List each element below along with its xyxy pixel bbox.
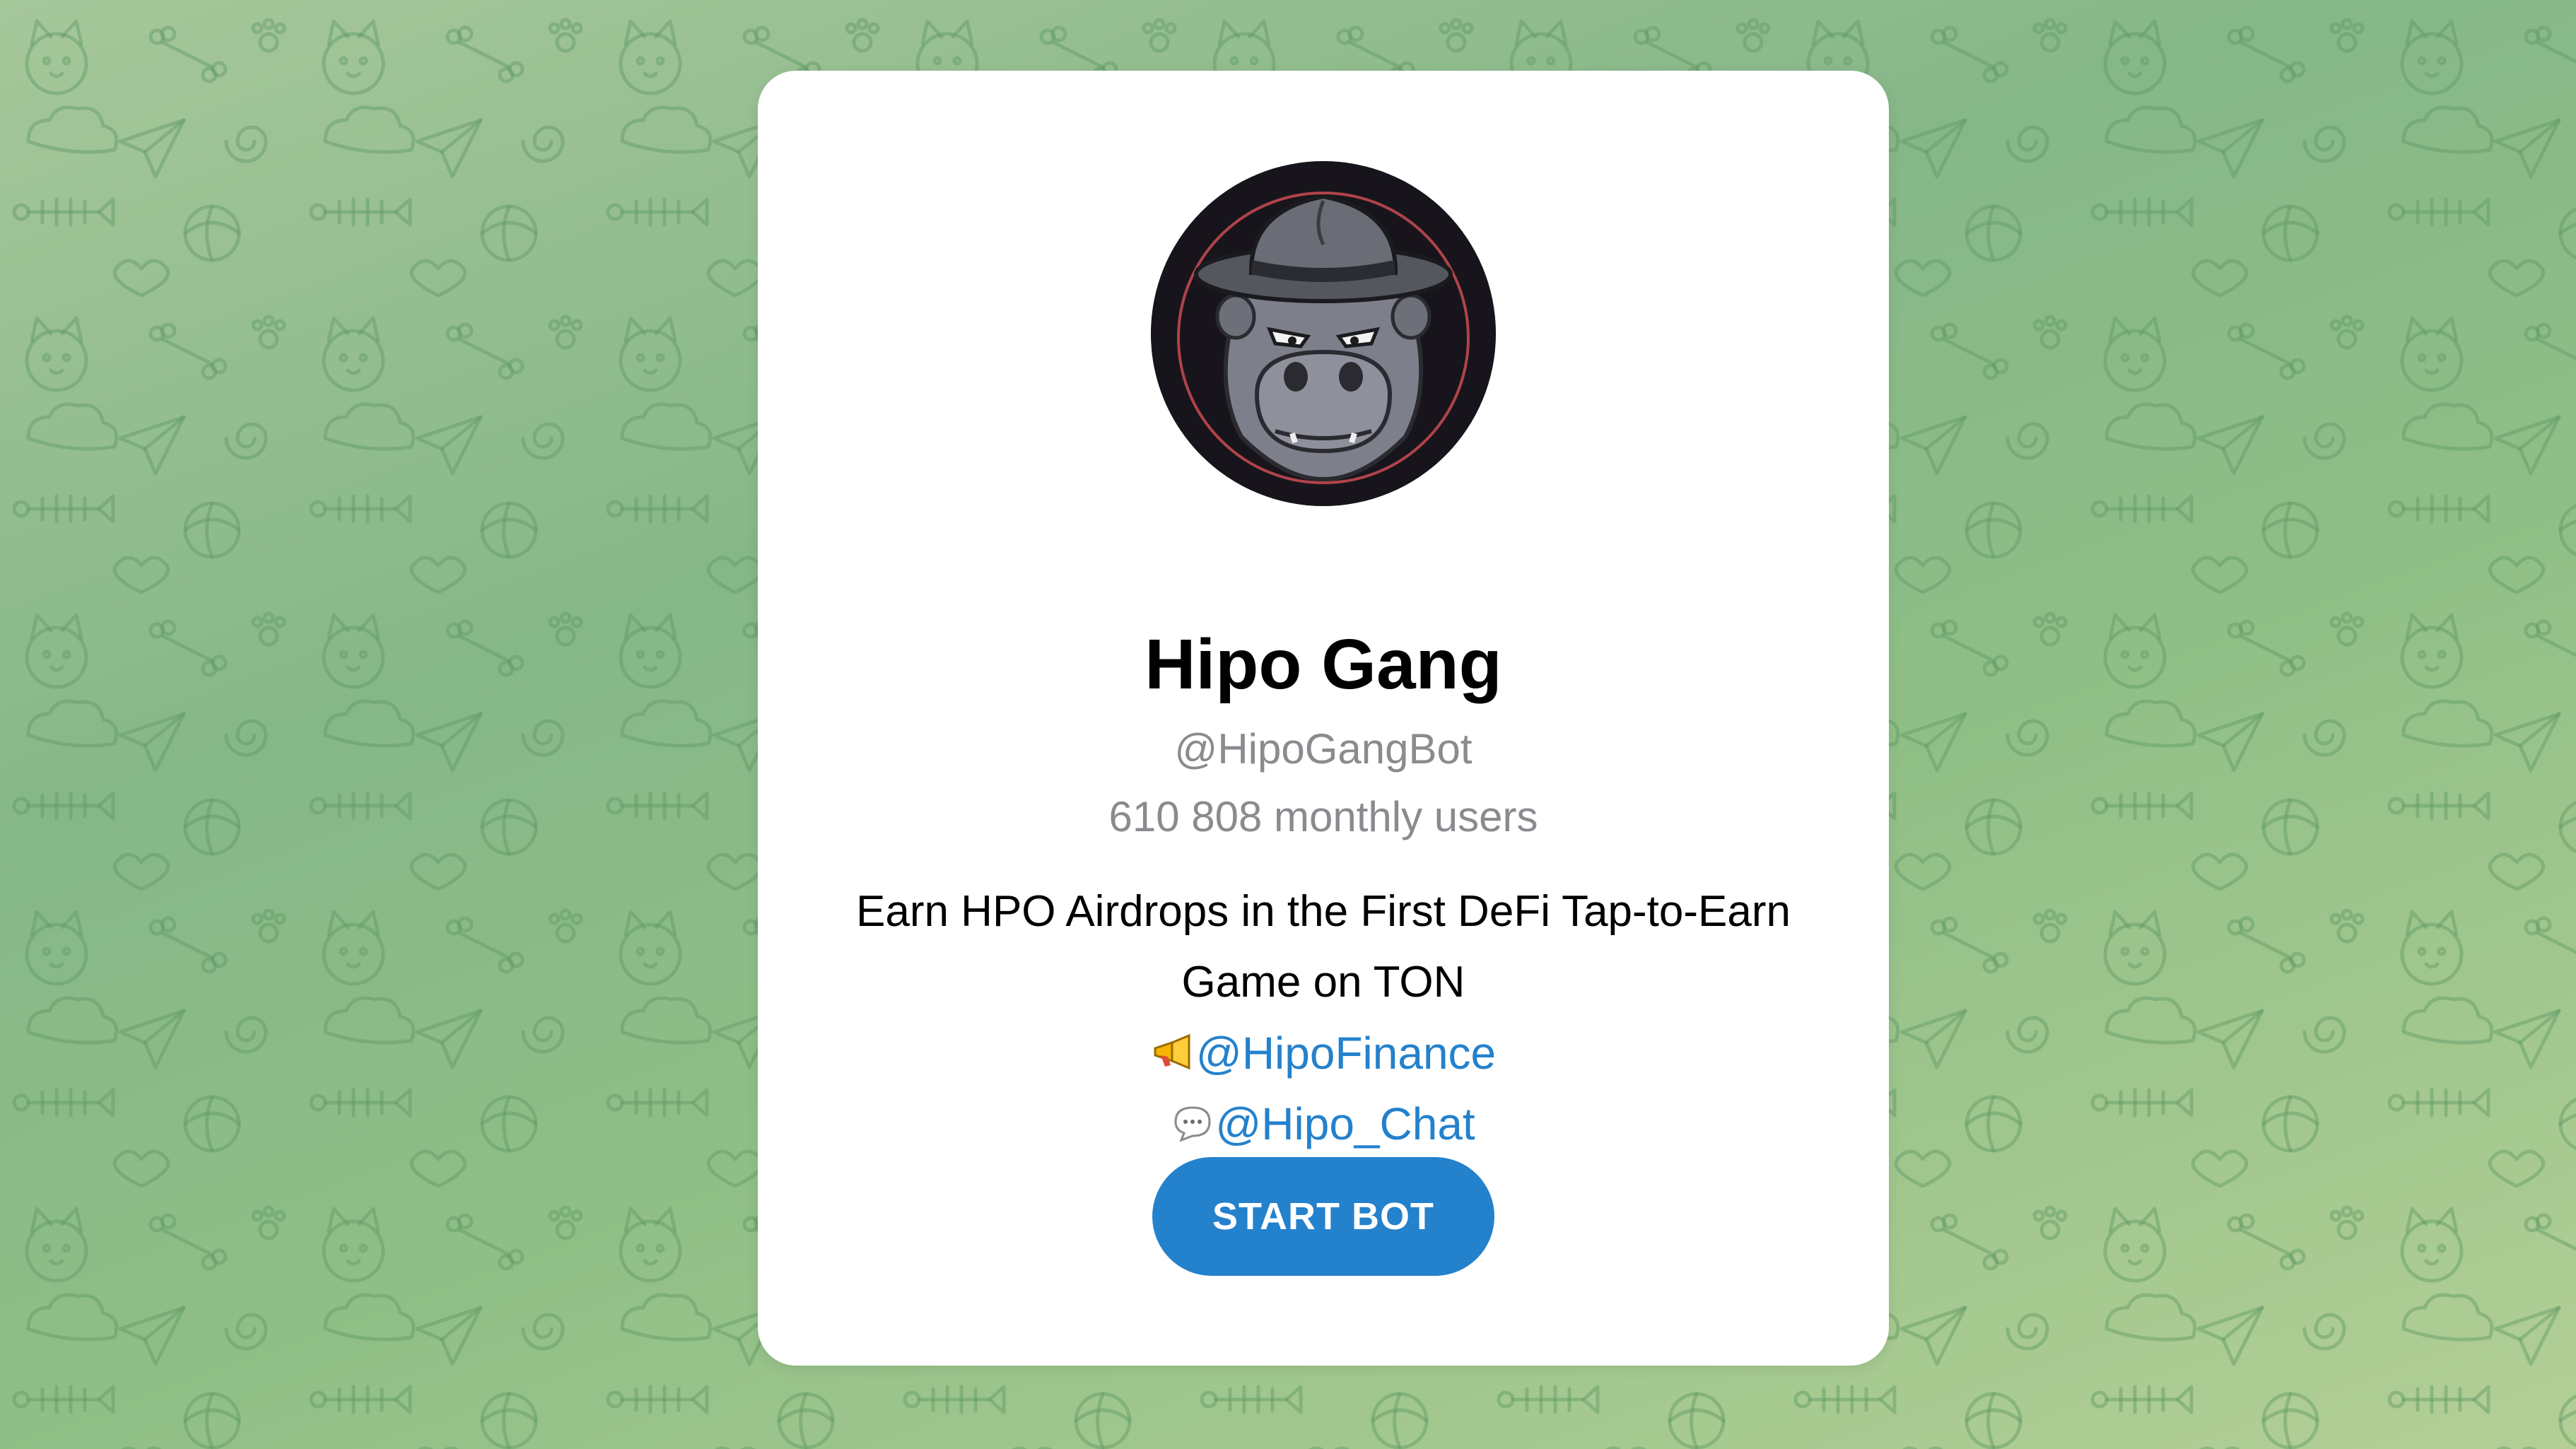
speech-bubble-icon bbox=[1171, 1092, 1214, 1163]
bot-username: @HipoGangBot bbox=[1174, 725, 1473, 773]
bot-name: Hipo Gang bbox=[1144, 625, 1502, 704]
link-row-hipo-chat: @Hipo_Chat bbox=[758, 1089, 1889, 1163]
start-bot-button[interactable]: START BOT bbox=[1152, 1157, 1494, 1276]
link-row-hipofinance: @HipoFinance bbox=[758, 1018, 1889, 1092]
bot-info-card: Hipo Gang @HipoGangBot 610 808 monthly u… bbox=[758, 71, 1889, 1366]
hipo-chat-link[interactable]: @Hipo_Chat bbox=[1215, 1098, 1475, 1149]
bot-description: Earn HPO Airdrops in the First DeFi Tap-… bbox=[855, 887, 1791, 1007]
monthly-users-count: 610 808 monthly users bbox=[1108, 793, 1538, 840]
megaphone-icon bbox=[1151, 1021, 1195, 1092]
hippo-with-fedora-avatar bbox=[1151, 161, 1496, 506]
hipofinance-link[interactable]: @HipoFinance bbox=[1196, 1028, 1496, 1079]
